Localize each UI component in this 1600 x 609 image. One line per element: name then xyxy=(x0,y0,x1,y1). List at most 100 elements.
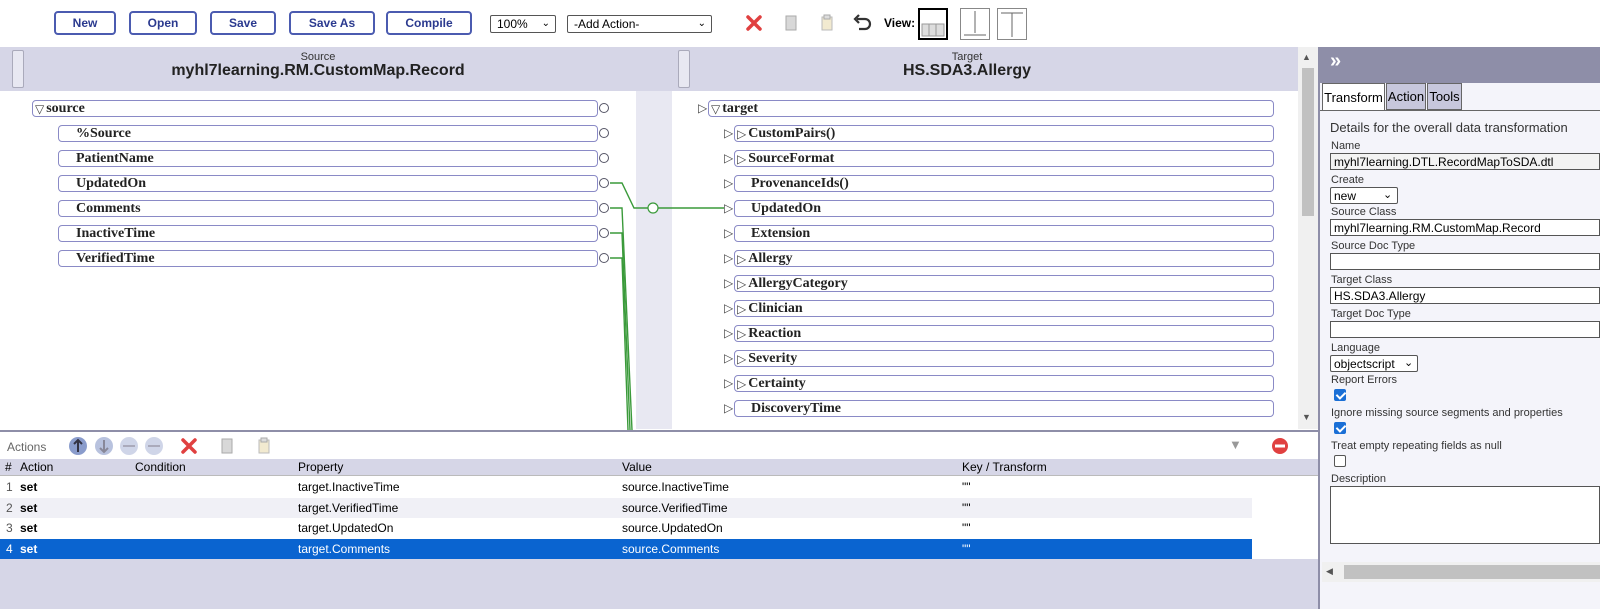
action-row[interactable]: 3 set target.UpdatedOn source.UpdatedOn "" xyxy=(0,518,1252,538)
target-port-icon[interactable]: ▷ xyxy=(724,201,733,215)
target-port-icon[interactable]: ▷ xyxy=(724,126,733,140)
source-class-field[interactable]: myhl7learning.RM.CustomMap.Record xyxy=(1330,219,1600,236)
target-field-node[interactable]: ▷ AllergyCategory xyxy=(734,275,1274,292)
expand-icon[interactable]: ▷ xyxy=(735,252,746,266)
actions-toolbar: Actions ▼ xyxy=(0,430,1318,459)
target-port-icon[interactable]: ▷ xyxy=(698,101,707,115)
treat-empty-checkbox[interactable] xyxy=(1334,455,1346,467)
target-field-node[interactable]: ▷ SourceFormat xyxy=(734,150,1274,167)
target-field-node[interactable]: Extension xyxy=(734,225,1274,242)
create-select-value: new xyxy=(1334,188,1357,203)
scroll-down-icon[interactable]: ▼ xyxy=(1302,412,1311,422)
target-root-node[interactable]: ▽ target xyxy=(708,100,1274,117)
report-errors-checkbox[interactable] xyxy=(1334,389,1346,401)
action-row[interactable]: 2 set target.VerifiedTime source.VerifiedTi… xyxy=(0,497,1252,518)
target-port-icon[interactable]: ▷ xyxy=(724,176,733,190)
action-cell-key: "" xyxy=(962,541,971,556)
expand-icon[interactable]: ▷ xyxy=(735,352,746,366)
move-top-icon[interactable] xyxy=(68,436,88,456)
description-field[interactable] xyxy=(1330,486,1600,544)
move-down-icon[interactable] xyxy=(94,436,114,456)
target-port-icon[interactable]: ▷ xyxy=(724,151,733,165)
move-right-icon[interactable] xyxy=(144,436,164,456)
copy-action-icon[interactable] xyxy=(219,437,235,455)
tab-divider xyxy=(1320,110,1600,111)
target-port-icon[interactable]: ▷ xyxy=(724,301,733,315)
target-class-label: Target Class xyxy=(1331,274,1393,286)
details-panel-header: » xyxy=(1320,47,1600,83)
target-field-node[interactable]: ▷ Reaction xyxy=(734,325,1274,342)
target-field-label: Allergy xyxy=(748,250,793,266)
mapping-line[interactable] xyxy=(610,182,648,209)
target-field-label: UpdatedOn xyxy=(751,200,822,216)
action-row[interactable]: 1 set target.InactiveTime source.InactiveTi… xyxy=(0,477,1252,497)
expand-icon[interactable]: ▷ xyxy=(735,127,746,141)
target-field-node[interactable]: UpdatedOn xyxy=(734,200,1274,217)
tab-transform[interactable]: Transform xyxy=(1322,83,1385,111)
target-field-node[interactable]: ▷ CustomPairs() xyxy=(734,125,1274,142)
name-label: Name xyxy=(1331,140,1361,152)
col-value: Value xyxy=(622,460,652,474)
create-select[interactable]: new ⌄ xyxy=(1330,187,1398,204)
source-doc-type-field[interactable] xyxy=(1330,253,1600,270)
expand-icon[interactable]: ▷ xyxy=(735,377,746,391)
target-field-label: CustomPairs() xyxy=(748,125,836,141)
target-field-label: Certainty xyxy=(748,375,806,391)
expand-icon[interactable]: ▷ xyxy=(735,152,746,166)
target-port-icon[interactable]: ▷ xyxy=(724,401,733,415)
actions-empty-area xyxy=(0,559,1318,609)
action-cell-num: 2 xyxy=(6,500,13,515)
chevron-down-icon: ⌄ xyxy=(1404,357,1414,369)
actions-label: Actions xyxy=(7,440,47,454)
target-port-icon[interactable]: ▷ xyxy=(724,351,733,365)
target-port-icon[interactable]: ▷ xyxy=(724,226,733,240)
target-field-label: AllergyCategory xyxy=(748,275,848,291)
target-port-icon[interactable]: ▷ xyxy=(724,276,733,290)
action-cell-key: "" xyxy=(962,500,971,515)
target-port-icon[interactable]: ▷ xyxy=(724,326,733,340)
expand-icon[interactable]: ▷ xyxy=(735,327,746,341)
action-row[interactable]: 4 set target.Comments source.Comments "" xyxy=(0,538,1252,559)
target-field-node[interactable]: ▷ Allergy xyxy=(734,250,1274,267)
target-field-node[interactable]: ▷ Severity xyxy=(734,350,1274,367)
panel-scrollbar-thumb[interactable] xyxy=(1344,565,1600,579)
col-key-transform: Key / Transform xyxy=(962,460,1047,474)
language-select[interactable]: objectscript ⌄ xyxy=(1330,355,1418,372)
scroll-left-icon[interactable]: ◀ xyxy=(1326,566,1333,577)
ignore-missing-checkbox[interactable] xyxy=(1334,422,1346,434)
language-label: Language xyxy=(1331,342,1380,354)
target-field-node[interactable]: ▷ Certainty xyxy=(734,375,1274,392)
remove-all-icon[interactable] xyxy=(1271,437,1289,455)
delete-action-icon[interactable] xyxy=(180,437,198,455)
action-cell-action: set xyxy=(20,521,38,535)
target-doc-type-field[interactable] xyxy=(1330,321,1600,338)
target-port-icon[interactable]: ▷ xyxy=(724,376,733,390)
expand-icon[interactable]: ▷ xyxy=(735,302,746,316)
description-label: Description xyxy=(1331,473,1387,485)
language-select-value: objectscript xyxy=(1334,356,1395,371)
paste-action-icon[interactable] xyxy=(256,437,272,455)
move-left-icon[interactable] xyxy=(119,436,139,456)
target-field-node[interactable]: ▷ Clinician xyxy=(734,300,1274,317)
action-cell-num: 4 xyxy=(6,541,13,556)
target-field-node[interactable]: ProvenanceIds() xyxy=(734,175,1274,192)
source-doc-type-label: Source Doc Type xyxy=(1331,240,1416,252)
collapse-actions-icon[interactable]: ▼ xyxy=(1229,437,1242,452)
action-cell-action: set xyxy=(20,480,38,494)
tab-tools[interactable]: Tools xyxy=(1427,83,1462,110)
target-field-label: Extension xyxy=(751,225,811,241)
tab-action[interactable]: Action xyxy=(1386,83,1426,110)
target-port-icon[interactable]: ▷ xyxy=(724,251,733,265)
tree-scrollbar-thumb[interactable] xyxy=(1302,68,1314,216)
expand-panel-icon[interactable]: » xyxy=(1330,50,1341,73)
target-doc-type-label: Target Doc Type xyxy=(1331,308,1411,320)
target-class-field[interactable]: HS.SDA3.Allergy xyxy=(1330,287,1600,304)
link-node[interactable] xyxy=(647,202,659,214)
collapse-icon[interactable]: ▽ xyxy=(709,102,720,116)
chevron-down-icon: ⌄ xyxy=(1383,189,1393,201)
target-field-node[interactable]: DiscoveryTime xyxy=(734,400,1274,417)
expand-icon[interactable]: ▷ xyxy=(735,277,746,291)
name-field[interactable]: myhl7learning.DTL.RecordMapToSDA.dtl xyxy=(1330,153,1600,170)
scroll-up-icon[interactable]: ▲ xyxy=(1302,52,1311,62)
actions-table-header: # Action Condition Property Value Key / … xyxy=(0,459,1318,476)
